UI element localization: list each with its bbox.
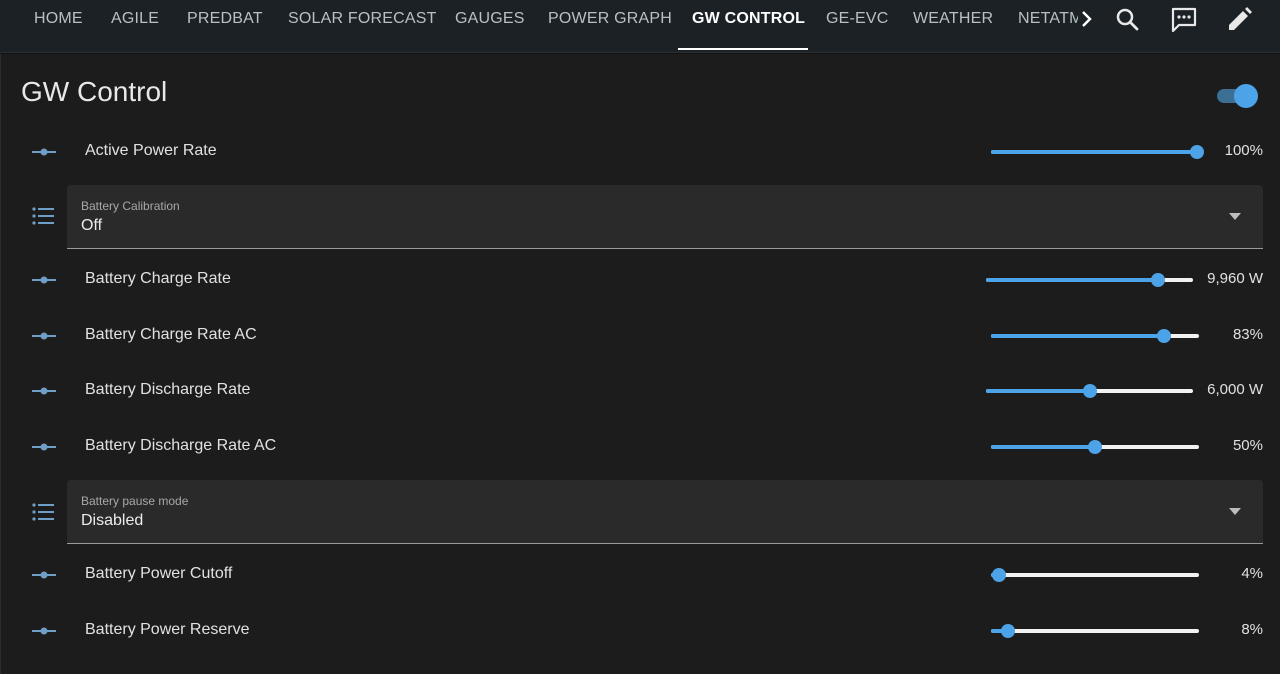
row-value: 6,000 W	[1207, 381, 1263, 398]
dropdown-arrow-icon	[1229, 508, 1241, 515]
row-value: 83%	[1232, 326, 1263, 343]
battery-calibration-select[interactable]: Battery Calibration Off	[67, 185, 1263, 249]
row-battery-power-cutoff: Battery Power Cutoff 4%	[1, 555, 1280, 595]
search-icon[interactable]	[1113, 5, 1143, 35]
slider-thumb[interactable]	[992, 568, 1007, 582]
slider[interactable]	[991, 568, 1199, 582]
slider-thumb[interactable]	[1088, 440, 1102, 454]
top-app-bar: HOME AGILE PREDBAT SOLAR FORECAST GAUGES…	[0, 0, 1280, 53]
slider-thumb[interactable]	[1156, 329, 1171, 343]
row-active-power-rate: Active Power Rate 100%	[1, 132, 1280, 172]
chevron-right-icon[interactable]	[1078, 6, 1098, 32]
gw-control-card: GW Control Active Power Rate 100% Batter…	[0, 54, 1280, 674]
slider[interactable]	[986, 384, 1193, 398]
slider-icon	[32, 571, 56, 579]
slider-icon	[32, 148, 56, 156]
edit-icon[interactable]	[1224, 5, 1254, 35]
tab-bar: HOME AGILE PREDBAT SOLAR FORECAST GAUGES…	[0, 0, 1100, 52]
row-value: 4%	[1241, 565, 1263, 582]
chat-icon[interactable]	[1169, 5, 1199, 35]
card-toggle[interactable]	[1215, 84, 1259, 108]
card-title: GW Control	[21, 76, 168, 107]
slider-thumb[interactable]	[1190, 145, 1204, 159]
tab-netatmo[interactable]: NETATM	[1018, 0, 1078, 52]
list-icon	[32, 207, 54, 225]
slider[interactable]	[991, 329, 1199, 343]
row-label: Battery Charge Rate AC	[85, 326, 257, 343]
row-battery-discharge-rate: Battery Discharge Rate 6,000 W	[1, 371, 1280, 411]
row-label: Active Power Rate	[85, 142, 217, 159]
select-label: Battery Calibration	[81, 199, 180, 213]
row-label: Battery Charge Rate	[85, 270, 231, 287]
slider[interactable]	[991, 145, 1204, 159]
row-value: 8%	[1241, 621, 1263, 638]
slider[interactable]	[991, 440, 1199, 454]
select-label: Battery pause mode	[81, 494, 189, 508]
slider-icon	[32, 332, 56, 340]
dropdown-arrow-icon	[1229, 213, 1241, 220]
tab-home[interactable]: HOME	[34, 0, 83, 52]
tab-predbat[interactable]: PREDBAT	[187, 0, 263, 52]
row-battery-power-reserve: Battery Power Reserve 8%	[1, 611, 1280, 651]
slider-icon	[32, 387, 56, 395]
row-battery-charge-rate: Battery Charge Rate 9,960 W	[1, 260, 1280, 300]
slider-thumb[interactable]	[1082, 384, 1097, 398]
row-label: Battery Discharge Rate AC	[85, 437, 277, 454]
tab-solar-forecast[interactable]: SOLAR FORECAST	[288, 0, 437, 52]
row-battery-discharge-rate-ac: Battery Discharge Rate AC 50%	[1, 427, 1280, 467]
active-tab-indicator	[678, 48, 808, 50]
list-icon	[32, 503, 54, 521]
slider[interactable]	[986, 273, 1193, 287]
row-label: Battery Discharge Rate	[85, 381, 251, 398]
slider[interactable]	[991, 624, 1199, 638]
tab-gauges[interactable]: GAUGES	[455, 0, 525, 52]
tab-weather[interactable]: WEATHER	[913, 0, 993, 52]
row-value: 100%	[1224, 142, 1263, 159]
row-battery-charge-rate-ac: Battery Charge Rate AC 83%	[1, 316, 1280, 356]
tab-power-graph[interactable]: POWER GRAPH	[548, 0, 672, 52]
tab-gw-control[interactable]: GW CONTROL	[692, 0, 805, 52]
slider-icon	[32, 443, 56, 451]
tab-agile[interactable]: AGILE	[111, 0, 159, 52]
toggle-knob	[1234, 84, 1258, 108]
row-label: Battery Power Reserve	[85, 621, 250, 638]
row-value: 9,960 W	[1207, 270, 1263, 287]
slider-thumb[interactable]	[1150, 273, 1165, 287]
select-value: Disabled	[81, 512, 144, 529]
slider-icon	[32, 627, 56, 635]
slider-icon	[32, 276, 56, 284]
select-value: Off	[81, 217, 103, 234]
row-value: 50%	[1232, 437, 1263, 454]
slider-thumb[interactable]	[1000, 624, 1015, 638]
tab-ge-evc[interactable]: GE-EVC	[826, 0, 889, 52]
row-label: Battery Power Cutoff	[85, 565, 233, 582]
battery-pause-mode-select[interactable]: Battery pause mode Disabled	[67, 480, 1263, 544]
